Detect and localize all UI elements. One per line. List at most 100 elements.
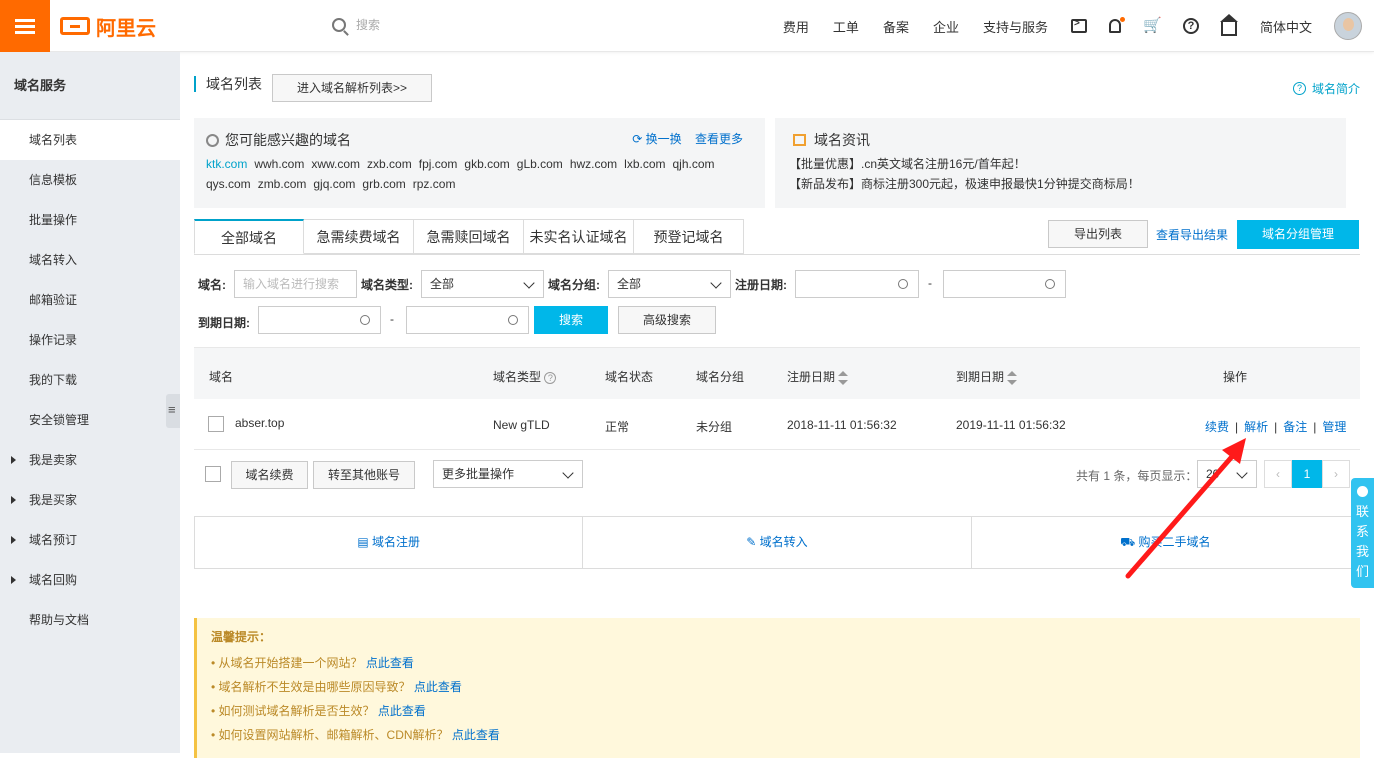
manage-link[interactable]: 管理 [1322, 420, 1346, 434]
tab-preregister[interactable]: 预登记域名 [634, 219, 744, 254]
nav-tickets[interactable]: 工单 [833, 17, 859, 36]
news-item[interactable]: 【批量优惠】.cn英文域名注册16元/首年起！ [789, 154, 1140, 174]
sidebar-group-label: 域名回购 [29, 573, 78, 587]
nav-support[interactable]: 支持与服务 [983, 17, 1048, 36]
page-size-select[interactable]: 20 [1197, 460, 1257, 488]
tip-item: • 如何设置网站解析、邮箱解析、CDN解析？ 点此查看 [211, 728, 500, 742]
col-exp-date[interactable]: 到期日期 [956, 368, 1018, 385]
tab-unverified[interactable]: 未实名认证域名 [524, 219, 634, 254]
group-manage-button[interactable]: 域名分组管理 [1237, 220, 1359, 249]
suggest-domain[interactable]: qys.com [206, 177, 251, 191]
advanced-search-button[interactable]: 高级搜索 [618, 306, 716, 334]
next-page-button[interactable]: › [1322, 460, 1350, 488]
home-icon[interactable] [1219, 14, 1238, 36]
tip-link[interactable]: 点此查看 [414, 680, 462, 694]
tab-all-domains[interactable]: 全部域名 [194, 219, 304, 254]
suggest-domain[interactable]: fpj.com [419, 157, 458, 171]
row-checkbox[interactable] [208, 416, 224, 432]
tip-link[interactable]: 点此查看 [366, 656, 414, 670]
suggest-domain[interactable]: lxb.com [624, 157, 665, 171]
tip-link[interactable]: 点此查看 [378, 704, 426, 718]
remark-link[interactable]: 备注 [1283, 420, 1307, 434]
language-switch[interactable]: 简体中文 [1260, 17, 1312, 36]
suggest-domain[interactable]: xww.com [311, 157, 360, 171]
suggest-domain[interactable]: wwh.com [254, 157, 304, 171]
avatar[interactable] [1334, 12, 1362, 40]
refresh-icon[interactable]: ⟳ [632, 132, 642, 146]
sidebar-collapse-toggle[interactable] [166, 394, 180, 428]
sidebar-group-preorder[interactable]: 域名预订 [0, 520, 180, 560]
news-item[interactable]: 【新品发布】商标注册300元起，极速申报最快1分钟提交商标局！ [789, 174, 1140, 194]
bell-icon[interactable] [1108, 17, 1125, 33]
nav-enterprise[interactable]: 企业 [933, 17, 959, 36]
bulk-renew-button[interactable]: 域名续费 [231, 461, 308, 489]
exp-date-end-input[interactable] [406, 306, 529, 334]
contact-us-button[interactable]: 联系我们 [1351, 478, 1374, 588]
cart-icon[interactable] [1143, 16, 1162, 35]
tip-link[interactable]: 点此查看 [452, 728, 500, 742]
tab-urgent-redeem[interactable]: 急需赎回域名 [414, 219, 524, 254]
transfer-account-button[interactable]: 转至其他账号 [313, 461, 415, 489]
export-list-button[interactable]: 导出列表 [1048, 220, 1148, 248]
exp-date-start-input[interactable] [258, 306, 381, 334]
tab-urgent-renew[interactable]: 急需续费域名 [304, 219, 414, 254]
sidebar-item-security-lock[interactable]: 安全锁管理 [0, 400, 180, 440]
sidebar-group-buyer[interactable]: 我是买家 [0, 480, 180, 520]
sidebar-item-templates[interactable]: 信息模板 [0, 160, 180, 200]
sidebar-item-help[interactable]: 帮助与文档 [0, 600, 180, 640]
sidebar-item-domain-list[interactable]: 域名列表 [0, 120, 180, 160]
type-filter-select[interactable]: 全部 [421, 270, 544, 298]
reg-date-start-input[interactable] [795, 270, 919, 298]
help-circle-icon[interactable]: ? [544, 372, 557, 384]
suggest-domain[interactable]: zxb.com [367, 157, 412, 171]
nav-fees[interactable]: 费用 [783, 17, 809, 36]
sidebar-item-batch[interactable]: 批量操作 [0, 200, 180, 240]
domain-intro-link[interactable]: ? 域名简介 [1292, 80, 1360, 97]
terminal-icon[interactable] [1070, 18, 1087, 33]
domain-search-input[interactable]: 输入域名进行搜索 [234, 270, 357, 298]
op-sep: | [1313, 420, 1317, 434]
view-more-link[interactable]: 查看更多 [695, 132, 743, 146]
suggest-domain[interactable]: rpz.com [413, 177, 456, 191]
suggest-domain[interactable]: gjq.com [313, 177, 355, 191]
refresh-link[interactable]: 换一换 [646, 132, 682, 146]
dns-resolve-link[interactable]: 解析 [1244, 420, 1268, 434]
sidebar-group-seller[interactable]: 我是卖家 [0, 440, 180, 480]
more-bulk-select[interactable]: 更多批量操作 [433, 460, 583, 488]
sidebar-item-email-verify[interactable]: 邮箱验证 [0, 280, 180, 320]
help-icon[interactable]: ? [1182, 18, 1199, 34]
suggest-domain[interactable]: zmb.com [258, 177, 307, 191]
aliyun-logo[interactable]: 阿里云 [60, 14, 156, 40]
search-button[interactable]: 搜索 [534, 306, 608, 334]
global-search[interactable]: 搜索 [332, 16, 380, 33]
quick-transfer-in[interactable]: ✎ 域名转入 [583, 517, 972, 568]
select-all-checkbox[interactable] [205, 466, 221, 482]
col-reg-date[interactable]: 注册日期 [787, 368, 849, 385]
op-sep: | [1235, 420, 1239, 434]
sidebar-item-transfer-in[interactable]: 域名转入 [0, 240, 180, 280]
sidebar-group-buyback[interactable]: 域名回购 [0, 560, 180, 600]
sort-icon[interactable] [838, 370, 849, 385]
quick-register[interactable]: ▤ 域名注册 [195, 517, 584, 568]
view-export-link[interactable]: 查看导出结果 [1156, 226, 1228, 243]
suggest-domain[interactable]: gLb.com [517, 157, 563, 171]
prev-page-button[interactable]: ‹ [1264, 460, 1292, 488]
renew-link[interactable]: 续费 [1205, 420, 1229, 434]
group-filter-select[interactable]: 全部 [608, 270, 731, 298]
domain-name-link[interactable]: abser.top [235, 416, 284, 430]
reg-date-end-input[interactable] [943, 270, 1066, 298]
suggest-domain[interactable]: gkb.com [464, 157, 509, 171]
suggest-domain[interactable]: hwz.com [570, 157, 617, 171]
suggest-domain[interactable]: grb.com [362, 177, 405, 191]
suggest-domain[interactable]: ktk.com [206, 157, 247, 171]
quick-buy-used[interactable]: ⛟ 购买二手域名 [972, 517, 1359, 568]
page-1-button[interactable]: 1 [1292, 460, 1322, 488]
sort-icon[interactable] [1007, 370, 1018, 385]
enter-dns-list-button[interactable]: 进入域名解析列表>> [272, 74, 432, 102]
sidebar-item-logs[interactable]: 操作记录 [0, 320, 180, 360]
nav-icp[interactable]: 备案 [883, 17, 909, 36]
sidebar-item-downloads[interactable]: 我的下载 [0, 360, 180, 400]
menu-icon[interactable] [0, 0, 50, 52]
suggest-domain[interactable]: qjh.com [673, 157, 715, 171]
search-suggest-icon [206, 133, 219, 147]
